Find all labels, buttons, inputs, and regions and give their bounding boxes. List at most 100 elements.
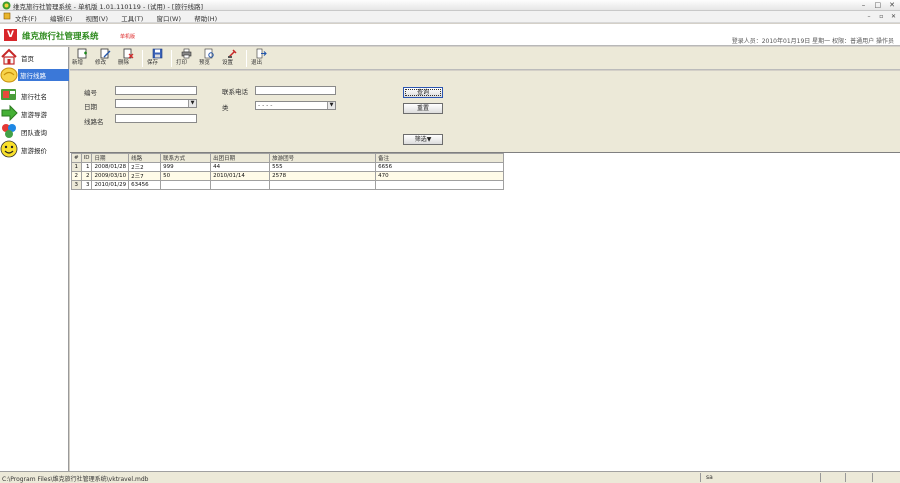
column-header[interactable]: 出团日期 xyxy=(210,153,271,163)
sidebar-item-home[interactable]: 首页 xyxy=(0,48,69,66)
save-button[interactable]: 保存 xyxy=(147,48,167,69)
logo: V xyxy=(4,29,17,41)
menu-edit[interactable]: 编辑(E) xyxy=(50,15,72,23)
window-titlebar: 维克旅行社管理系统 - 单机版 1.01.110119 - (试用) - [旅行… xyxy=(0,0,900,11)
table-cell: 2578 xyxy=(269,171,377,181)
field4-input[interactable] xyxy=(255,86,336,95)
mdi-restore-button[interactable]: ▫ xyxy=(877,12,886,21)
maximize-button[interactable]: □ xyxy=(872,0,884,10)
table-cell: 50 xyxy=(160,171,212,181)
column-header[interactable]: 旅游团号 xyxy=(269,153,377,163)
mdi-minimize-button[interactable]: – xyxy=(865,12,874,21)
exit-button[interactable]: 退出 xyxy=(251,48,271,69)
table-cell: 3 xyxy=(80,180,93,190)
field2-label: 日期 xyxy=(84,103,97,111)
agency-icon xyxy=(1,89,16,100)
sidebar-item-quote[interactable]: 旅游报价 xyxy=(0,140,69,158)
delete-button[interactable]: 删除 xyxy=(118,48,138,69)
field1-label: 编号 xyxy=(84,89,97,97)
field3-input[interactable] xyxy=(115,114,197,123)
field4-label: 联系电话 xyxy=(222,88,248,96)
table-cell: 555 xyxy=(269,162,377,172)
menu-view[interactable]: 视图(V) xyxy=(85,15,108,23)
table-cell: 6656 xyxy=(375,162,505,172)
mdi-close-button[interactable]: ✕ xyxy=(889,12,898,21)
minimize-button[interactable]: – xyxy=(858,0,870,10)
toolbar-separator xyxy=(171,50,172,67)
records-table: # ID 日期 线路 联系方式 出团日期 旅游团号 备注 1 1 2008/01… xyxy=(71,153,505,190)
sidebar-item-label: 旅游导游 xyxy=(21,111,47,119)
table-cell: 63456 xyxy=(128,180,162,190)
preview-icon xyxy=(204,48,214,59)
column-header[interactable]: 线路 xyxy=(128,153,162,163)
column-header[interactable]: 联系方式 xyxy=(160,153,212,163)
table-cell: 1 xyxy=(80,162,93,172)
column-header[interactable]: 备注 xyxy=(375,153,505,163)
table-cell xyxy=(210,180,271,190)
column-header[interactable]: ID xyxy=(80,153,93,163)
column-header[interactable]: # xyxy=(71,153,82,163)
type-select[interactable]: - - - - ▼ xyxy=(255,101,336,110)
table-cell: 2010/01/29 xyxy=(91,180,130,190)
toolbar-separator xyxy=(246,50,247,67)
menu-window[interactable]: 窗口(W) xyxy=(157,15,182,23)
table-cell xyxy=(160,180,212,190)
sidebar-item-team[interactable]: 团队查询 xyxy=(0,122,69,140)
add-icon xyxy=(77,48,87,59)
sidebar-item-label: 首页 xyxy=(21,55,34,63)
table-header-row: # ID 日期 线路 联系方式 出团日期 旅游团号 备注 xyxy=(71,153,505,163)
row-number: 2 xyxy=(71,171,82,181)
edit-button[interactable]: 修改 xyxy=(95,48,115,69)
sidebar-item-agency[interactable]: 旅行社名 xyxy=(0,86,69,104)
table-cell: 2009/03/10 xyxy=(91,171,130,181)
menu-file[interactable]: 文件(F) xyxy=(15,15,37,23)
edit-icon xyxy=(100,48,110,59)
window-title: 维克旅行社管理系统 - 单机版 1.01.110119 - (试用) - [旅行… xyxy=(13,3,203,11)
menu-tools[interactable]: 工具(T) xyxy=(121,15,143,23)
row-number: 1 xyxy=(71,162,82,172)
table-row[interactable]: 2 2 2009/03/10 2三7 50 2010/01/14 2578 47… xyxy=(71,171,505,181)
query-button[interactable]: 查询 xyxy=(403,87,443,98)
search-form: 编号 日期 ▼ 线路名 联系电话 类 - - - - ▼ 查询 重置 筛选▼ xyxy=(70,71,900,152)
sidebar-item-guide[interactable]: 旅游导游 xyxy=(0,104,69,122)
preview-button[interactable]: 预览 xyxy=(199,48,219,69)
chevron-down-icon: ▼ xyxy=(188,100,196,107)
team-icon xyxy=(2,124,16,138)
edition-label: 单机版 xyxy=(120,34,136,40)
table-cell: 2008/01/28 xyxy=(91,162,130,172)
sidebar-item-route[interactable]: 旅行线路 xyxy=(0,66,69,84)
column-header[interactable]: 日期 xyxy=(91,153,130,163)
table-cell: 999 xyxy=(160,162,212,172)
settings-button[interactable]: 设置 xyxy=(222,48,242,69)
field1-input[interactable] xyxy=(115,86,197,95)
table-row[interactable]: 1 1 2008/01/28 2三2 999 44 555 6656 xyxy=(71,162,505,172)
sidebar-item-label: 旅行线路 xyxy=(18,69,69,81)
table-row[interactable]: 3 3 2010/01/29 63456 xyxy=(71,180,505,190)
date-select[interactable]: ▼ xyxy=(115,99,197,108)
status-divider xyxy=(820,473,821,482)
table-cell xyxy=(375,180,505,190)
row-number: 3 xyxy=(71,180,82,190)
smiley-icon xyxy=(0,140,18,158)
document-icon xyxy=(3,12,11,20)
filter-button[interactable]: 筛选▼ xyxy=(403,134,443,145)
app-header: V 维克旅行社管理系统 单机版 登录人员：2010年01月19日 星期一 权限：… xyxy=(0,24,900,46)
settings-icon xyxy=(227,49,237,58)
add-button[interactable]: 新增 xyxy=(72,48,92,69)
close-button[interactable]: ✕ xyxy=(886,0,898,10)
table-cell: 44 xyxy=(210,162,271,172)
table-cell xyxy=(269,180,377,190)
print-button[interactable]: 打印 xyxy=(176,48,196,69)
menu-help[interactable]: 帮助(H) xyxy=(194,15,217,23)
menubar: 文件(F) 编辑(E) 视图(V) 工具(T) 窗口(W) 帮助(H) – ▫ … xyxy=(0,11,900,23)
app-icon xyxy=(2,1,11,10)
mdi-controls: – ▫ ✕ xyxy=(864,12,898,21)
sidebar-item-label: 旅行社名 xyxy=(21,93,47,101)
status-bar: C:\Program Files\维克旅行社管理系统\vktravel.mdb … xyxy=(0,471,900,483)
database-path: C:\Program Files\维克旅行社管理系统\vktravel.mdb xyxy=(2,476,149,483)
reset-button[interactable]: 重置 xyxy=(403,103,443,114)
sidebar-item-label: 旅游报价 xyxy=(21,147,47,155)
chevron-down-icon: ▼ xyxy=(327,102,335,109)
status-divider xyxy=(845,473,846,482)
home-icon xyxy=(1,48,17,65)
